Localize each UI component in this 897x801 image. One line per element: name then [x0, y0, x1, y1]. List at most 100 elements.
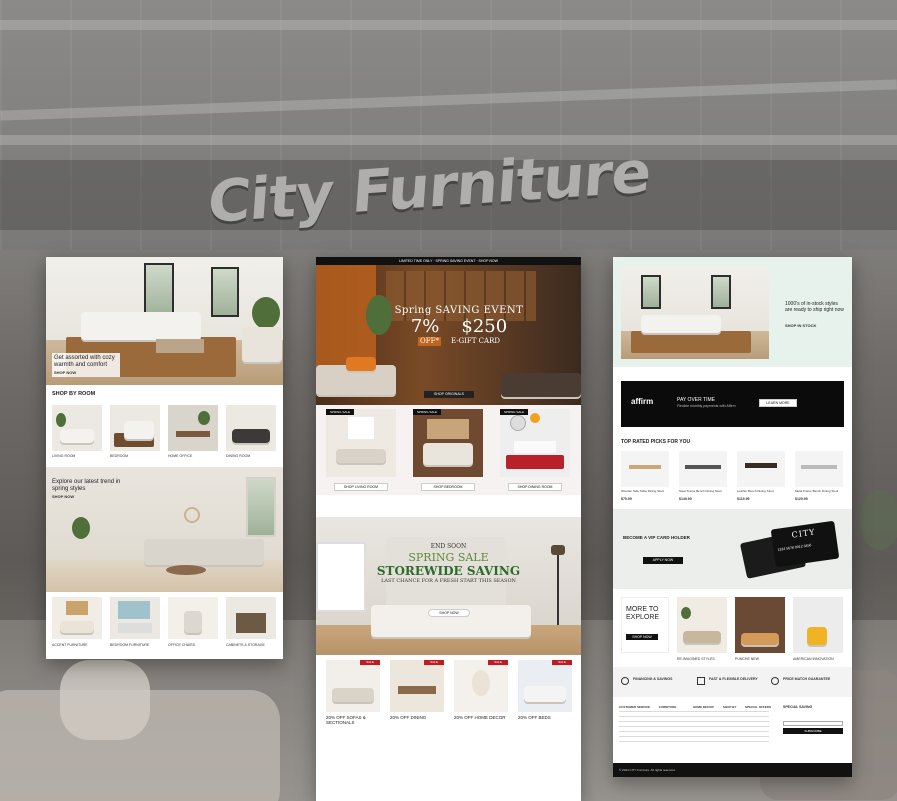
hero-offer-text: Spring SAVING EVENT 7% $250 OFF* E-GIFT … — [394, 305, 524, 346]
category-card-bedroom[interactable]: SPRING SALE — [413, 409, 483, 477]
delivery-icon — [697, 677, 705, 685]
footer-col[interactable]: CUSTOMER SERVICE — [619, 705, 650, 710]
deal-label[interactable]: 20% OFF DINING — [390, 715, 448, 720]
shop-living-button[interactable]: SHOP LIVING ROOM — [334, 483, 388, 491]
explore-label[interactable]: PUNCHE NEW — [735, 657, 759, 661]
feature-label: FAST & FLEXIBLE DELIVERY — [709, 677, 758, 681]
bed — [423, 443, 473, 465]
wall-art — [348, 417, 374, 439]
room-label[interactable]: DINING ROOM — [226, 454, 250, 458]
product-thumb[interactable] — [52, 597, 102, 639]
bed — [124, 421, 154, 439]
product-label[interactable]: ACCENT FURNITURE — [52, 643, 88, 647]
product-label[interactable]: CABINETS & STORAGE — [226, 643, 265, 647]
affirm-sub: Flexible monthly payments with Affirm — [677, 404, 736, 408]
pick-thumb[interactable] — [621, 451, 669, 487]
hero-instock-link[interactable]: SHOP IN STOCK — [785, 323, 816, 328]
red-rug — [506, 455, 564, 469]
footer-col[interactable]: FURNITURE — [659, 705, 676, 710]
top-promo-bar: LIMITED TIME ONLY · SPRING SAVING EVENT … — [316, 257, 581, 265]
affirm-learn-button[interactable]: LEARN MORE — [759, 399, 797, 407]
shop-bedroom-button[interactable]: SHOP BEDROOM — [421, 483, 475, 491]
wall-mirror — [510, 415, 526, 431]
pick-name[interactable]: Leather Bench Dining Stool — [737, 489, 787, 493]
deal-thumb[interactable]: SALE — [454, 660, 508, 712]
sale-badge: SALE — [424, 660, 444, 665]
product-label[interactable]: BEDROOM FURNITURE — [110, 643, 149, 647]
sofa — [641, 315, 721, 333]
deal-label[interactable]: 20% OFF SOFAS & SECTIONALS — [326, 715, 384, 725]
email-signup-input[interactable] — [783, 721, 843, 726]
hero-amount: $250 — [461, 316, 508, 337]
explore-thumb[interactable] — [677, 597, 727, 653]
window — [641, 275, 661, 309]
sectional-sofa — [144, 539, 264, 565]
banner-cta-button[interactable]: SHOP NOW — [428, 609, 470, 617]
sale-badge: SALE — [360, 660, 380, 665]
pendant-lamp — [530, 413, 540, 423]
room-thumb[interactable] — [226, 405, 276, 451]
deal-thumb[interactable]: SALE — [326, 660, 380, 712]
room-thumb[interactable] — [52, 405, 102, 451]
bench-top — [685, 465, 721, 469]
room-label[interactable]: HOME OFFICE — [168, 454, 192, 458]
room-label[interactable]: LIVING ROOM — [52, 454, 75, 458]
card-number: 1234 5678 9012 3456 — [777, 543, 812, 552]
deal-thumb[interactable]: SALE — [518, 660, 572, 712]
wall-clock — [184, 507, 200, 523]
product-thumb[interactable] — [226, 597, 276, 639]
hero-off: OFF* — [418, 337, 441, 346]
affirm-title: PAY OVER TIME — [677, 397, 715, 403]
explore-button[interactable]: SHOP NOW — [626, 634, 658, 640]
deal-thumb[interactable]: SALE — [390, 660, 444, 712]
rug — [631, 331, 751, 353]
footer-col[interactable]: SHOP BY — [723, 705, 736, 710]
console — [118, 623, 152, 633]
coffee-table — [156, 339, 204, 353]
footer-col[interactable]: HOME DECOR — [693, 705, 714, 710]
pick-thumb[interactable] — [795, 451, 843, 487]
shop-dining-button[interactable]: SHOP DINING ROOM — [508, 483, 562, 491]
hero-shop-link[interactable]: SHOP NOW — [54, 370, 118, 375]
product-label[interactable]: OFFICE CHAIRS — [168, 643, 195, 647]
deal-label[interactable]: 20% OFF HOME DECOR — [454, 715, 512, 720]
pick-thumb[interactable] — [737, 451, 785, 487]
room-thumb[interactable] — [110, 405, 160, 451]
explore-thumb[interactable] — [793, 597, 843, 653]
bench-top — [629, 465, 661, 469]
pick-name[interactable]: Steel Frame Bench Dining Stool — [679, 489, 729, 493]
room-label[interactable]: BEDROOM — [110, 454, 128, 458]
pick-price: $129.99 — [795, 497, 808, 501]
explore-title: MORE TO EXPLORE — [626, 606, 660, 621]
affirm-banner: affirm PAY OVER TIME Flexible monthly pa… — [621, 381, 844, 427]
dining-table — [398, 686, 436, 694]
explore-label[interactable]: RE-IMAGINED STYLES — [677, 657, 715, 661]
subscribe-button[interactable]: SUBSCRIBE — [783, 728, 843, 734]
deal-label[interactable]: 20% OFF BEDS — [518, 715, 576, 720]
sofa — [232, 429, 270, 443]
plant — [198, 411, 210, 425]
product-thumb[interactable] — [168, 597, 218, 639]
pick-thumb[interactable] — [679, 451, 727, 487]
explore-thumb[interactable] — [735, 597, 785, 653]
room-thumb[interactable] — [168, 405, 218, 451]
yellow-chair — [807, 627, 827, 645]
sofa — [332, 688, 374, 702]
category-card-living[interactable]: SPRING SALE — [326, 409, 396, 477]
credit-card-front: CITY 1234 5678 9012 3456 — [770, 520, 840, 568]
right-hero: 1000's of in-stock styles are ready to s… — [613, 257, 852, 367]
category-card-dining[interactable]: SPRING SALE — [500, 409, 570, 477]
product-thumb[interactable] — [110, 597, 160, 639]
explore-label[interactable]: AMERICAN INNOVATION — [793, 657, 834, 661]
feature-label: FINANCING & SAVINGS — [633, 677, 673, 681]
hero-instock-text: 1000's of in-stock styles are ready to s… — [785, 301, 844, 313]
vip-apply-button[interactable]: APPLY NOW — [643, 557, 683, 564]
footer-col[interactable]: SPECIAL OFFERS — [745, 705, 771, 710]
pick-name[interactable]: Wooden Side Table Dining Stool — [621, 489, 671, 493]
pick-name[interactable]: Metal Frame Bench Dining Stool — [795, 489, 845, 493]
showroom-cushion — [60, 660, 150, 740]
pick-price: $119.99 — [737, 497, 750, 501]
desk — [176, 431, 210, 437]
mid-shop-link[interactable]: SHOP NOW — [52, 494, 122, 499]
hero-cta-button[interactable]: SHOP ORIGINALS — [424, 391, 474, 398]
